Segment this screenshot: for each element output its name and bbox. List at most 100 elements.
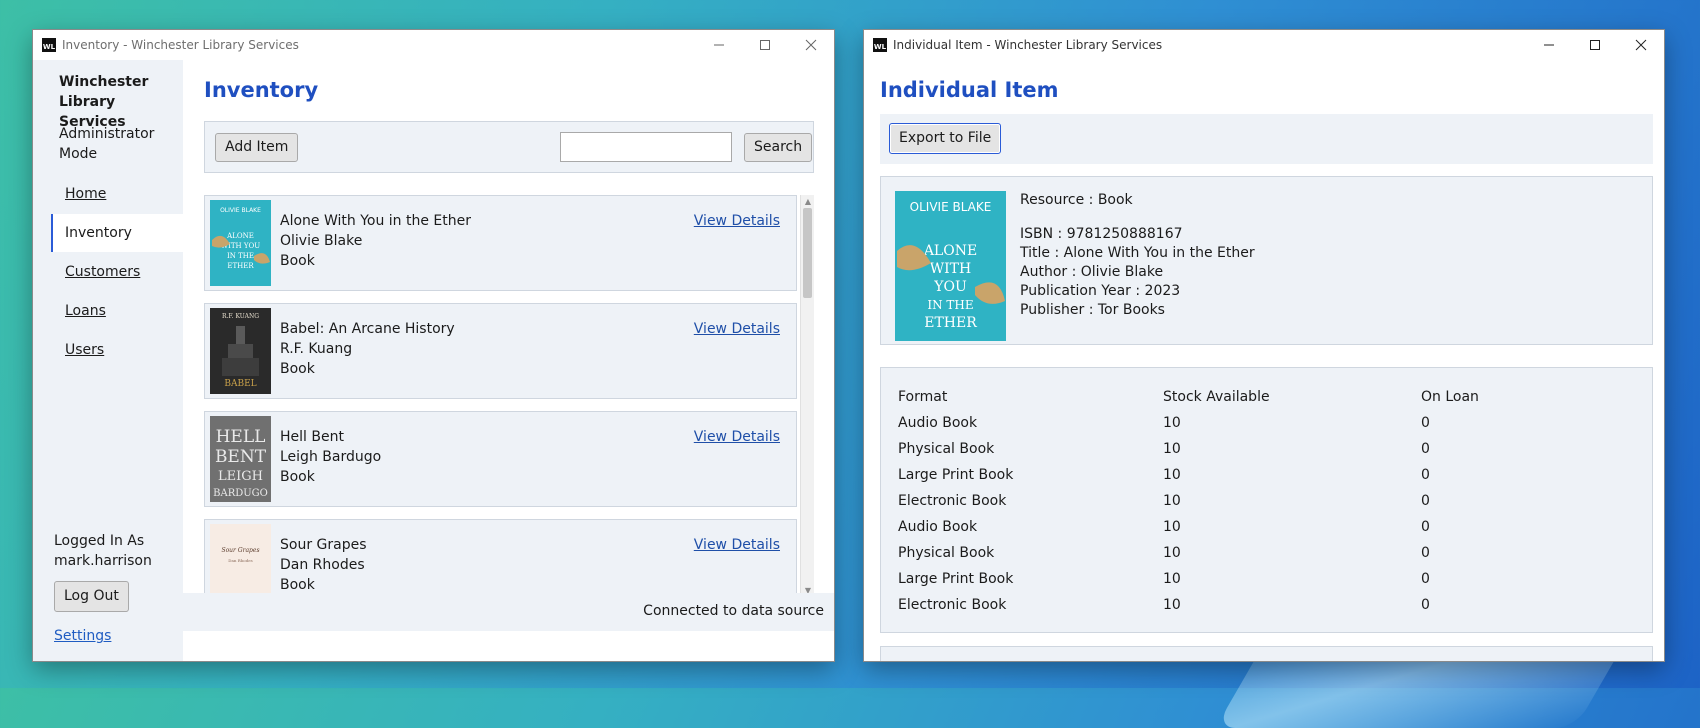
- item-type: Book: [280, 253, 315, 269]
- format-cell: Electronic Book: [898, 493, 1007, 509]
- svg-text:IN THE: IN THE: [927, 298, 973, 312]
- table-header: Format Stock Available On Loan: [898, 384, 1621, 410]
- stock-cell: 10: [1163, 519, 1181, 535]
- inventory-toolbar: Add Item Search: [204, 121, 814, 173]
- item-type: Book: [280, 577, 315, 593]
- year-line: Publication Year : 2023: [1020, 283, 1181, 299]
- scrollbar-thumb[interactable]: [803, 208, 812, 298]
- format-cell: Large Print Book: [898, 571, 1014, 587]
- item-title: Babel: An Arcane History: [280, 321, 455, 337]
- format-cell: Physical Book: [898, 441, 995, 457]
- view-details-link[interactable]: View Details: [694, 211, 780, 231]
- item-author: Olivie Blake: [280, 233, 363, 249]
- close-button[interactable]: [1618, 30, 1664, 60]
- title-line: Title : Alone With You in the Ether: [1020, 245, 1255, 261]
- stock-cell: 10: [1163, 597, 1181, 613]
- maximize-icon: [760, 40, 770, 50]
- logout-button[interactable]: Log Out: [54, 581, 129, 612]
- brand-name: Winchester Library Services: [59, 74, 149, 130]
- sidebar-item-inventory[interactable]: Inventory: [51, 214, 201, 252]
- svg-text:WITH: WITH: [930, 261, 971, 277]
- title-bar[interactable]: WL Inventory - Winchester Library Servic…: [33, 30, 834, 60]
- format-cell: Audio Book: [898, 415, 978, 431]
- app-logo-icon: WL: [42, 38, 56, 52]
- search-button[interactable]: Search: [744, 133, 813, 162]
- svg-text:YOU: YOU: [933, 279, 967, 295]
- sidebar-item-customers[interactable]: Customers: [51, 253, 201, 291]
- stock-cell: 10: [1163, 441, 1181, 457]
- status-bar: Connected to data source: [183, 593, 834, 631]
- on-loan-cell: 0: [1421, 493, 1430, 509]
- svg-text:ALONE: ALONE: [923, 243, 977, 259]
- table-row: Large Print Book 10 0: [898, 566, 1621, 592]
- page-title: Individual Item: [880, 78, 1059, 102]
- svg-text:LEIGH: LEIGH: [218, 469, 263, 484]
- minimize-button[interactable]: [696, 30, 742, 60]
- table-row: Electronic Book 10 0: [898, 488, 1621, 514]
- column-header-format: Format: [898, 389, 948, 405]
- list-item: OLIVIE BLAKE ALONE WITH YOU IN THE ETHER…: [204, 195, 797, 291]
- close-icon: [1635, 39, 1647, 51]
- format-cell: Large Print Book: [898, 467, 1014, 483]
- on-loan-cell: 0: [1421, 467, 1430, 483]
- minimize-button[interactable]: [1526, 30, 1572, 60]
- view-details-link[interactable]: View Details: [694, 427, 780, 447]
- table-row: Audio Book 10 0: [898, 410, 1621, 436]
- book-cover-teal-icon: OLIVIE BLAKE ALONE WITH YOU IN THE ETHER: [210, 200, 271, 286]
- svg-text:Sour Grapes: Sour Grapes: [221, 547, 259, 554]
- item-info-panel: OLIVIE BLAKE ALONE WITH YOU IN THE ETHER…: [880, 176, 1653, 345]
- close-button[interactable]: [788, 30, 834, 60]
- svg-text:Dan Rhodes: Dan Rhodes: [228, 558, 252, 563]
- view-details-link[interactable]: View Details: [694, 319, 780, 339]
- svg-text:HELL: HELL: [216, 427, 266, 447]
- inventory-window: WL Inventory - Winchester Library Servic…: [33, 30, 834, 661]
- sidebar-item-home[interactable]: Home: [51, 175, 201, 213]
- item-type: Book: [280, 361, 315, 377]
- sidebar-item-loans[interactable]: Loans: [51, 292, 201, 330]
- svg-text:OLIVIE BLAKE: OLIVIE BLAKE: [910, 200, 992, 214]
- minimize-icon: [1544, 44, 1554, 46]
- svg-text:BABEL: BABEL: [224, 379, 256, 389]
- item-title: Hell Bent: [280, 429, 344, 445]
- stock-table: Format Stock Available On Loan Audio Boo…: [898, 384, 1621, 618]
- inventory-list[interactable]: OLIVIE BLAKE ALONE WITH YOU IN THE ETHER…: [204, 195, 814, 596]
- mode-label: Administrator Mode: [59, 126, 155, 162]
- view-details-link[interactable]: View Details: [694, 535, 780, 555]
- sidebar-item-users[interactable]: Users: [51, 331, 201, 369]
- settings-link[interactable]: Settings: [54, 628, 111, 644]
- format-cell: Electronic Book: [898, 597, 1007, 613]
- inventory-main: Inventory Add Item Search OLIVIE BLAKE A…: [183, 60, 834, 623]
- list-item: Sour Grapes Dan Rhodes Sour Grapes Dan R…: [204, 519, 797, 596]
- isbn-line: ISBN : 9781250888167: [1020, 226, 1183, 242]
- book-cover-dark-icon: R.F. KUANG BABEL: [210, 308, 271, 394]
- page-title: Inventory: [204, 78, 319, 102]
- table-row: Audio Book 10 0: [898, 514, 1621, 540]
- stock-panel: Format Stock Available On Loan Audio Boo…: [880, 367, 1653, 633]
- svg-text:BENT: BENT: [215, 447, 267, 467]
- scroll-up-icon[interactable]: ▲: [801, 195, 814, 207]
- title-bar[interactable]: WL Individual Item - Winchester Library …: [864, 30, 1664, 60]
- on-loan-cell: 0: [1421, 415, 1430, 431]
- stock-cell: 10: [1163, 467, 1181, 483]
- on-loan-cell: 0: [1421, 545, 1430, 561]
- maximize-button[interactable]: [1572, 30, 1618, 60]
- window-title: Individual Item - Winchester Library Ser…: [893, 38, 1163, 52]
- item-type: Book: [280, 469, 315, 485]
- add-item-button[interactable]: Add Item: [215, 133, 299, 162]
- on-loan-cell: 0: [1421, 519, 1430, 535]
- list-scrollbar[interactable]: ▲ ▼: [800, 195, 814, 596]
- search-input[interactable]: [560, 132, 732, 162]
- detail-main: Individual Item Export to File OLIVIE BL…: [864, 60, 1664, 661]
- sidebar: Winchester Library Services Administrato…: [33, 60, 201, 661]
- column-header-on-loan: On Loan: [1421, 389, 1479, 405]
- author-line: Author : Olivie Blake: [1020, 264, 1164, 280]
- book-cover-grey-icon: HELL BENT LEIGH BARDUGO: [210, 416, 271, 502]
- maximize-button[interactable]: [742, 30, 788, 60]
- logged-in-label: Logged In As: [54, 533, 145, 549]
- svg-text:ETHER: ETHER: [227, 262, 254, 270]
- export-toolbar: Export to File: [880, 114, 1653, 164]
- connection-status: Connected to data source: [643, 603, 824, 619]
- format-cell: Physical Book: [898, 545, 995, 561]
- export-to-file-button[interactable]: Export to File: [889, 123, 1002, 154]
- column-header-stock: Stock Available: [1163, 389, 1270, 405]
